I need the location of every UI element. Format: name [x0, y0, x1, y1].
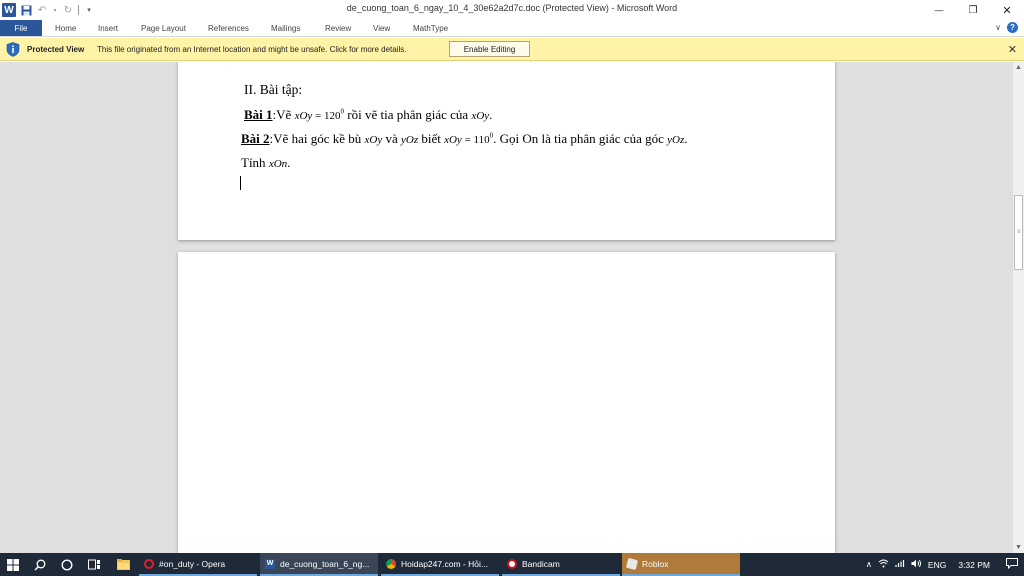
document-page-1[interactable]: II. Bài tập: Bài 1:Vẽ xOy = 1200 rồi vẽ …	[178, 62, 835, 240]
word-taskbar-icon: W	[265, 558, 275, 569]
taskbar-app-roblox-label: Roblox	[642, 558, 669, 569]
exercise-1-text-a: :Vẽ	[272, 107, 295, 122]
exercise-2-label: Bài 2	[241, 131, 270, 146]
clock[interactable]: 3:32 PM	[958, 560, 990, 570]
exercise-2-angle-xoy-2: xOy	[444, 134, 462, 146]
exercise-2-angle-yoz-2: yOz	[667, 134, 685, 146]
exercise-2-text-a: :Vẽ hai góc kề bù	[269, 131, 365, 146]
exercise-2-angle-xoy: xOy	[364, 134, 383, 146]
taskbar-app-roblox[interactable]: Roblox	[622, 553, 740, 576]
title-bar: W ↶ ▾ ↻ ▾ de_cuong_toan_6_ngay_10_4_30e6…	[0, 0, 1024, 20]
exercise-1-line: Bài 1:Vẽ xOy = 1200 rồi vẽ tia phân giác…	[244, 107, 492, 123]
chrome-icon	[386, 558, 396, 569]
volume-icon[interactable]	[911, 559, 922, 570]
task-view-icon[interactable]	[81, 553, 107, 576]
section-heading: II. Bài tập:	[244, 82, 303, 97]
scroll-down-arrow-icon[interactable]: ▼	[1013, 542, 1024, 553]
tab-view[interactable]: View	[373, 20, 390, 36]
protected-view-message[interactable]: This file originated from an Internet lo…	[97, 45, 407, 54]
text-cursor	[240, 176, 241, 190]
taskbar-app-opera[interactable]: #on_duty - Opera	[139, 553, 257, 576]
close-button[interactable]: ✕	[990, 0, 1024, 20]
exercise-1-period: .	[489, 107, 493, 122]
protected-view-title: Protected View	[27, 45, 85, 54]
taskbar-app-bandicam-label: Bandicam	[522, 558, 560, 569]
exercise-2-text-d: . Gọi On là tia phân giác của góc	[493, 131, 668, 146]
exercise-2-period: .	[684, 131, 688, 146]
wifi-icon[interactable]	[895, 559, 905, 570]
angle-xon: xOn	[268, 158, 288, 170]
ribbon-tabs: File Home Insert Page Layout References …	[0, 20, 1024, 37]
tab-references[interactable]: References	[208, 20, 249, 36]
taskbar-app-chrome-label: Hoidap247.com - Hỏi...	[401, 558, 488, 569]
bandicam-icon	[507, 558, 517, 569]
tab-page-layout[interactable]: Page Layout	[141, 20, 186, 36]
exercise-2-line: Bài 2:Vẽ hai góc kề bù xOy và yOz biết x…	[241, 131, 687, 147]
tab-mailings[interactable]: Mailings	[271, 20, 300, 36]
file-explorer-icon[interactable]	[110, 553, 136, 576]
system-tray: ∧ ENG 3:32 PM	[866, 553, 1024, 576]
window-title: de_cuong_toan_6_ngay_10_4_30e62a2d7c.doc…	[346, 3, 678, 13]
roblox-icon	[625, 557, 639, 570]
taskbar-app-bandicam[interactable]: Bandicam	[502, 553, 620, 576]
search-icon[interactable]	[27, 553, 53, 576]
shield-info-icon	[6, 42, 20, 57]
language-indicator[interactable]: ENG	[928, 560, 946, 570]
scroll-up-arrow-icon[interactable]: ▲	[1013, 62, 1024, 73]
exercise-1-label: Bài 1	[244, 107, 273, 122]
windows-start-icon[interactable]	[0, 553, 26, 576]
show-hidden-icons-icon[interactable]: ∧	[866, 559, 872, 570]
protected-view-bar: Protected View This file originated from…	[0, 38, 1024, 61]
tab-file[interactable]: File	[0, 20, 42, 36]
document-page-2[interactable]	[178, 252, 835, 553]
taskbar-app-word[interactable]: W de_cuong_toan_6_ng...	[260, 553, 378, 576]
action-center-icon[interactable]	[1006, 558, 1018, 571]
taskbar-app-chrome[interactable]: Hoidap247.com - Hỏi...	[381, 553, 499, 576]
tab-insert[interactable]: Insert	[98, 20, 118, 36]
tab-review[interactable]: Review	[325, 20, 351, 36]
taskbar-app-word-label: de_cuong_toan_6_ng...	[280, 558, 370, 569]
opera-icon	[144, 558, 154, 569]
exercise-1-equals: = 120	[312, 110, 341, 122]
network-icon[interactable]	[878, 559, 889, 570]
collapse-ribbon-icon[interactable]: ∨	[995, 23, 1001, 32]
vertical-scrollbar[interactable]: ▲ ≡ ▼	[1012, 62, 1024, 553]
restore-button[interactable]: ❐	[956, 0, 990, 20]
ribbon-right-controls: ∨ ?	[995, 22, 1018, 33]
help-icon[interactable]: ?	[1007, 22, 1018, 33]
scroll-grip-icon: ≡	[1017, 229, 1021, 235]
enable-editing-button[interactable]: Enable Editing	[449, 41, 530, 57]
document-area[interactable]: II. Bài tập: Bài 1:Vẽ xOy = 1200 rồi vẽ …	[0, 62, 1012, 553]
compute-text: Tính	[241, 155, 269, 170]
tab-mathtype[interactable]: MathType	[413, 20, 448, 36]
cortana-icon[interactable]	[54, 553, 80, 576]
taskbar-app-opera-label: #on_duty - Opera	[159, 558, 226, 569]
close-message-bar-icon[interactable]: ✕	[1008, 43, 1017, 56]
exercise-1-angle-xoy-2: xOy	[471, 110, 490, 122]
exercise-1-text-b: rồi vẽ tia phân giác của	[344, 107, 472, 122]
line-3-period: .	[287, 155, 291, 170]
exercise-2-line-2: Tính xOn.	[241, 155, 290, 171]
exercise-2-text-b: và	[382, 131, 401, 146]
exercise-2-text-c: biết	[418, 131, 445, 146]
window-controls: — ❐ ✕	[922, 0, 1024, 20]
exercise-1-angle-xoy: xOy	[294, 110, 313, 122]
scroll-thumb[interactable]: ≡	[1014, 195, 1023, 270]
tab-home[interactable]: Home	[55, 20, 76, 36]
minimize-button[interactable]: —	[922, 0, 956, 20]
exercise-2-angle-yoz: yOz	[401, 134, 419, 146]
exercise-2-equals: = 110	[461, 134, 490, 146]
windows-taskbar: #on_duty - Opera W de_cuong_toan_6_ng...…	[0, 553, 1024, 576]
